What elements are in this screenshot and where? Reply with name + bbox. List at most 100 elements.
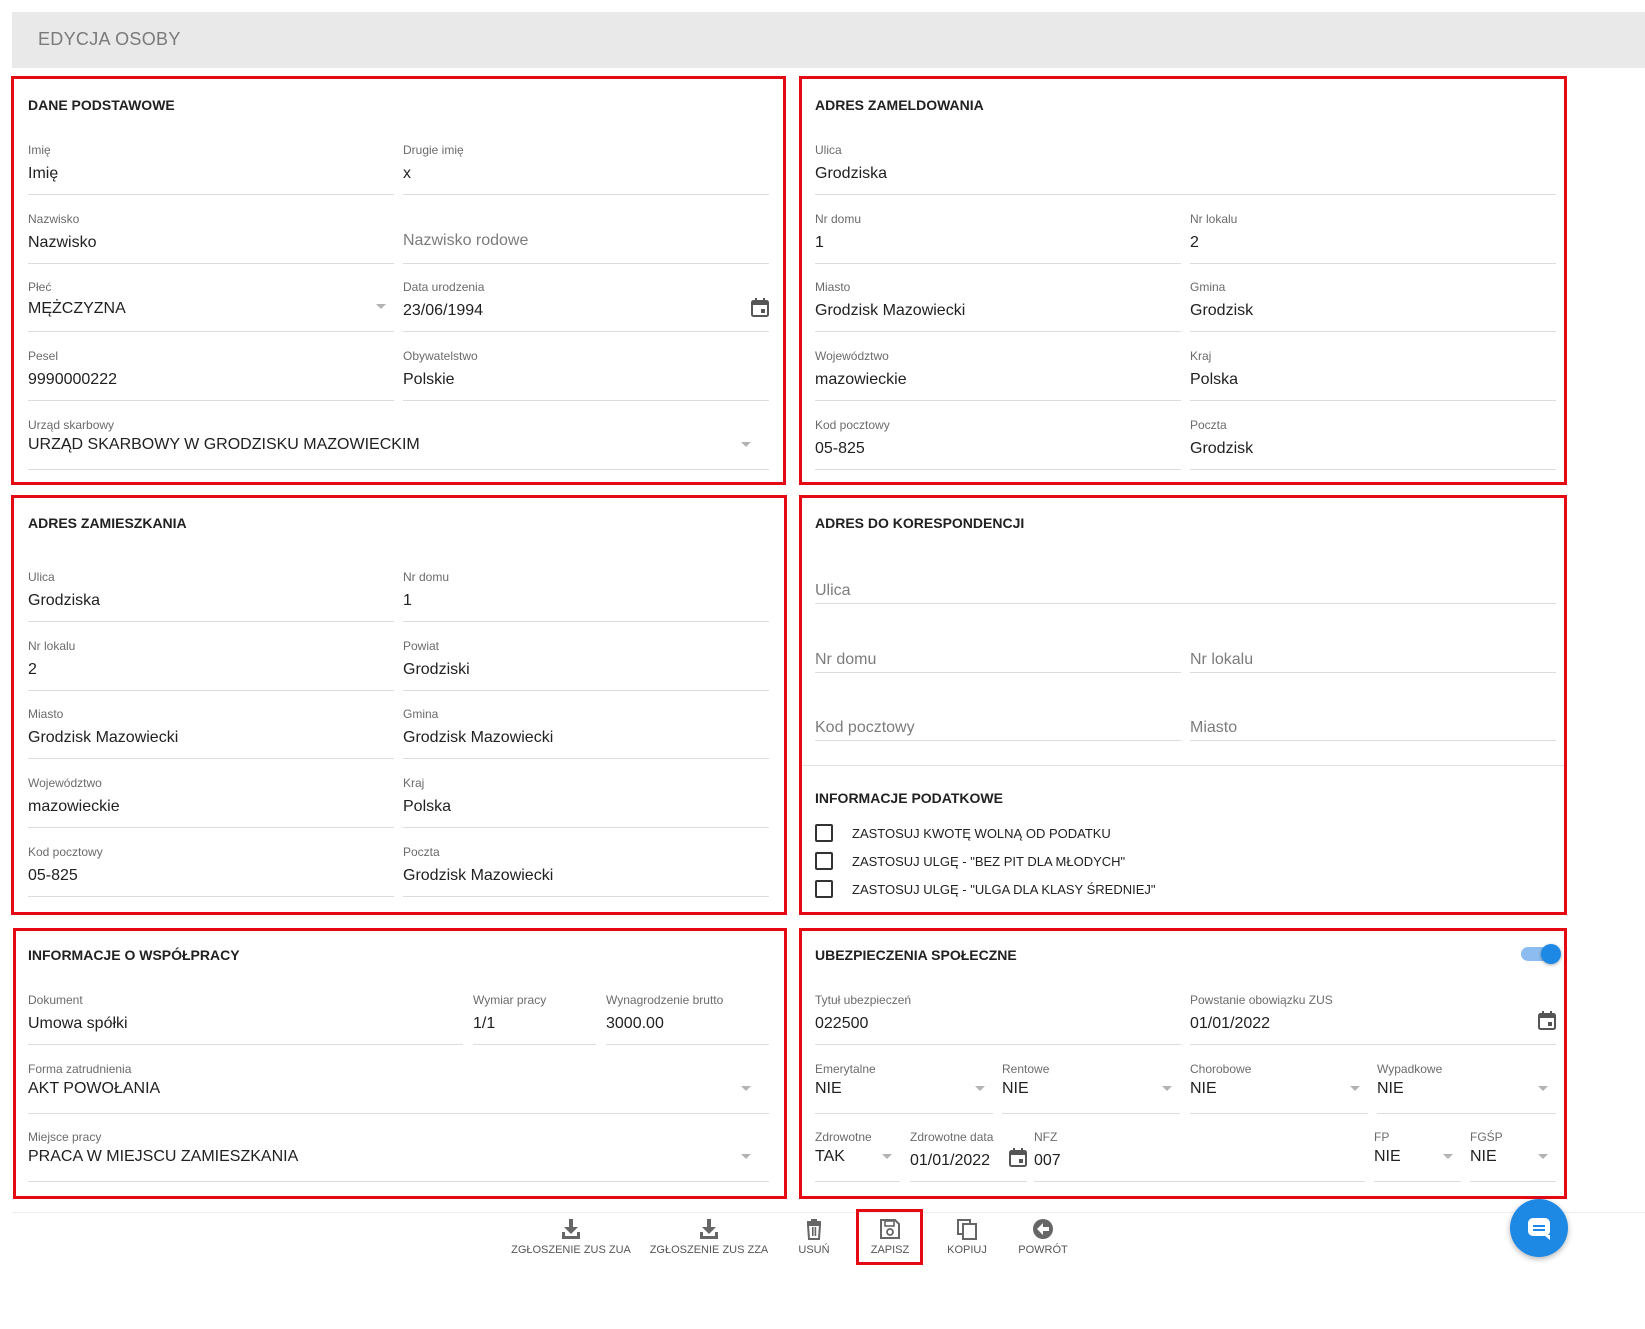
field-value: Polska	[403, 798, 452, 815]
field-label: Kraj	[1190, 349, 1212, 363]
chevron-down-icon	[1538, 1086, 1548, 1091]
field-value: 2	[1190, 234, 1199, 251]
field-placeholder: Kod pocztowy	[815, 719, 915, 736]
gmina-field[interactable]: Gmina Grodzisk Mazowiecki	[403, 703, 769, 759]
korespondencja-kod-field[interactable]: Kod pocztowy	[815, 685, 1181, 741]
field-label: Nr domu	[403, 570, 450, 584]
kraj-field[interactable]: Kraj Polska	[403, 772, 769, 828]
trash-icon	[806, 1219, 822, 1240]
dokument-field[interactable]: Dokument Umowa spółki	[28, 989, 463, 1045]
ulga-mlodzi-checkbox[interactable]: ZASTOSUJ ULGĘ - "BEZ PIT DLA MŁODYCH"	[815, 849, 1125, 873]
zdrowotne-data-field[interactable]: Zdrowotne data 01/01/2022	[910, 1126, 1027, 1182]
section-title: INFORMACJE PODATKOWE	[815, 790, 1003, 806]
chevron-down-icon	[741, 1086, 751, 1091]
powstanie-obowiazku-field[interactable]: Powstanie obowiązku ZUS 01/01/2022	[1190, 989, 1556, 1045]
calendar-icon[interactable]	[751, 298, 769, 317]
korespondencja-nr-lokalu-field[interactable]: Nr lokalu	[1190, 617, 1556, 673]
kwota-wolna-checkbox[interactable]: ZASTOSUJ KWOTĘ WOLNĄ OD PODATKU	[815, 821, 1111, 845]
zapisz-button[interactable]: ZAPISZ	[858, 1213, 922, 1269]
ulica-field[interactable]: Ulica Grodziska	[815, 139, 1556, 195]
kraj-field[interactable]: Kraj Polska	[1190, 345, 1556, 401]
chorobowe-select[interactable]: Chorobowe NIE	[1190, 1058, 1368, 1114]
field-label: Poczta	[403, 845, 440, 859]
emerytalne-select[interactable]: Emerytalne NIE	[815, 1058, 993, 1114]
korespondencja-nr-domu-field[interactable]: Nr domu	[815, 617, 1181, 673]
nr-domu-field[interactable]: Nr domu 1	[815, 208, 1181, 264]
field-value: AKT POWOŁANIA	[28, 1080, 161, 1097]
ulica-field[interactable]: Ulica Grodziska	[28, 566, 394, 622]
kod-pocztowy-field[interactable]: Kod pocztowy 05-825	[28, 841, 394, 897]
rentowe-select[interactable]: Rentowe NIE	[1002, 1058, 1180, 1114]
forma-zatrudnienia-select[interactable]: Forma zatrudnienia AKT POWOŁANIA	[28, 1058, 769, 1114]
poczta-field[interactable]: Poczta Grodzisk	[1190, 414, 1556, 470]
drugie-imie-field[interactable]: Drugie imię x	[403, 139, 769, 195]
miejsce-pracy-select[interactable]: Miejsce pracy PRACA W MIEJSCU ZAMIESZKAN…	[28, 1126, 769, 1182]
nazwisko-rodowe-field[interactable]: Nazwisko rodowe	[403, 208, 769, 264]
miasto-field[interactable]: Miasto Grodzisk Mazowiecki	[815, 276, 1181, 332]
plec-select[interactable]: Płeć MĘŻCZYZNA	[28, 276, 394, 332]
chevron-down-icon	[882, 1154, 892, 1159]
field-label: Miasto	[815, 280, 851, 294]
data-urodzenia-field[interactable]: Data urodzenia 23/06/1994	[403, 276, 769, 332]
nfz-field[interactable]: NFZ 007	[1034, 1126, 1365, 1182]
poczta-field[interactable]: Poczta Grodzisk Mazowiecki	[403, 841, 769, 897]
field-label: Drugie imię	[403, 143, 464, 157]
calendar-icon[interactable]	[1009, 1148, 1027, 1167]
urzad-skarbowy-select[interactable]: Urząd skarbowy URZĄD SKARBOWY W GRODZISK…	[28, 414, 769, 470]
miasto-field[interactable]: Miasto Grodzisk Mazowiecki	[28, 703, 394, 759]
field-value: Grodzisk	[1190, 440, 1254, 457]
checkbox-label: ZASTOSUJ ULGĘ - "ULGA DLA KLASY ŚREDNIEJ…	[852, 881, 1156, 897]
field-value: TAK	[815, 1148, 845, 1165]
field-label: Wymiar pracy	[473, 993, 547, 1007]
wynagrodzenie-field[interactable]: Wynagrodzenie brutto 3000.00	[606, 989, 769, 1045]
kopiuj-button[interactable]: KOPIUJ	[934, 1213, 1000, 1269]
zdrowotne-select[interactable]: Zdrowotne TAK	[815, 1126, 900, 1182]
field-value: Grodzisk	[1190, 302, 1254, 319]
field-value: Grodzisk Mazowiecki	[403, 729, 554, 746]
field-label: Pesel	[28, 349, 59, 363]
imie-field[interactable]: Imię Imię	[28, 139, 394, 195]
nr-lokalu-field[interactable]: Nr lokalu 2	[1190, 208, 1556, 264]
field-label: Imię	[28, 143, 51, 157]
korespondencja-miasto-field[interactable]: Miasto	[1190, 685, 1556, 741]
nr-domu-field[interactable]: Nr domu 1	[403, 566, 769, 622]
calendar-icon[interactable]	[1538, 1011, 1556, 1030]
checkbox-box[interactable]	[815, 880, 833, 898]
ubezpieczenia-toggle[interactable]	[1521, 944, 1561, 964]
checkbox-box[interactable]	[815, 824, 833, 842]
field-label: Województwo	[28, 776, 102, 790]
powrot-button[interactable]: POWRÓT	[1010, 1213, 1076, 1269]
chat-button[interactable]	[1510, 1199, 1568, 1257]
field-value: 007	[1034, 1152, 1061, 1169]
wojewodztwo-field[interactable]: Województwo mazowieckie	[28, 772, 394, 828]
toggle-knob	[1541, 944, 1561, 964]
zgloszenie-zua-button[interactable]: ZGŁOSZENIE ZUS ZUA	[507, 1213, 635, 1269]
ulga-klasa-srednia-checkbox[interactable]: ZASTOSUJ ULGĘ - "ULGA DLA KLASY ŚREDNIEJ…	[815, 877, 1156, 901]
chevron-down-icon	[1538, 1154, 1548, 1159]
button-label: POWRÓT	[1018, 1244, 1068, 1256]
kod-pocztowy-field[interactable]: Kod pocztowy 05-825	[815, 414, 1181, 470]
section-title: INFORMACJE O WSPÓŁPRACY	[28, 947, 240, 963]
adres-zameldowania-card: ADRES ZAMELDOWANIA Ulica Grodziska Nr do…	[799, 76, 1567, 485]
gmina-field[interactable]: Gmina Grodzisk	[1190, 276, 1556, 332]
adres-korespondencji-card: ADRES DO KORESPONDENCJI Ulica Nr domu Nr…	[799, 495, 1567, 915]
chevron-down-icon	[741, 442, 751, 447]
field-label: NFZ	[1034, 1130, 1058, 1144]
pesel-field[interactable]: Pesel 9990000222	[28, 345, 394, 401]
wypadkowe-select[interactable]: Wypadkowe NIE	[1377, 1058, 1556, 1114]
powiat-field[interactable]: Powiat Grodziski	[403, 635, 769, 691]
wymiar-pracy-field[interactable]: Wymiar pracy 1/1	[473, 989, 596, 1045]
nazwisko-field[interactable]: Nazwisko Nazwisko	[28, 208, 394, 264]
obywatelstwo-field[interactable]: Obywatelstwo Polskie	[403, 345, 769, 401]
korespondencja-ulica-field[interactable]: Ulica	[815, 548, 1556, 604]
tytul-ubezpieczen-field[interactable]: Tytuł ubezpieczeń 022500	[815, 989, 1181, 1045]
checkbox-box[interactable]	[815, 852, 833, 870]
field-value: Polska	[1190, 371, 1239, 388]
zgloszenie-zza-button[interactable]: ZGŁOSZENIE ZUS ZZA	[645, 1213, 773, 1269]
wojewodztwo-field[interactable]: Województwo mazowieckie	[815, 345, 1181, 401]
usun-button[interactable]: USUŃ	[784, 1213, 844, 1269]
fgsp-select[interactable]: FGŚP NIE	[1470, 1126, 1556, 1182]
nr-lokalu-field[interactable]: Nr lokalu 2	[28, 635, 394, 691]
field-value: Grodziski	[403, 661, 470, 678]
fp-select[interactable]: FP NIE	[1374, 1126, 1461, 1182]
